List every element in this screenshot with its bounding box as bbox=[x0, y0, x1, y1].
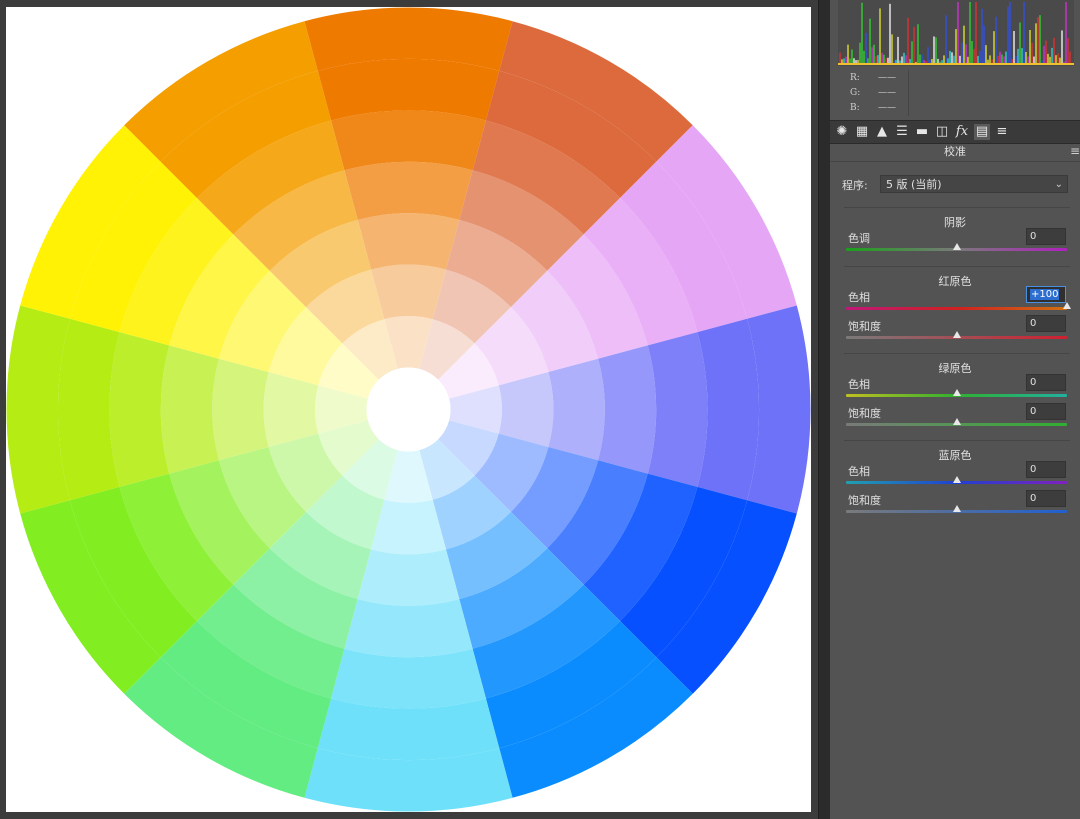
divider bbox=[844, 207, 1070, 208]
detail-icon[interactable]: ▲ bbox=[874, 124, 890, 140]
blue-saturation-value: 0 bbox=[1030, 493, 1037, 504]
rgb-label: R: bbox=[850, 73, 860, 83]
red-saturation-field[interactable]: 0 bbox=[1026, 315, 1066, 332]
wheel-segment bbox=[344, 161, 473, 220]
shadows-tint-label: 色调 bbox=[848, 232, 870, 245]
green-saturation-slider-thumb[interactable] bbox=[952, 418, 961, 425]
divider bbox=[844, 266, 1070, 267]
chevron-down-icon: ⌄ bbox=[1054, 179, 1063, 190]
wheel-segment bbox=[344, 599, 473, 658]
rgb-readout: R: —— G: —— B: —— bbox=[834, 70, 909, 116]
blue-saturation-field[interactable]: 0 bbox=[1026, 490, 1066, 507]
blue-hue-value: 0 bbox=[1030, 464, 1037, 475]
blue-hue-field[interactable]: 0 bbox=[1026, 461, 1066, 478]
blue-saturation-label: 饱和度 bbox=[848, 494, 881, 507]
wheel-segment bbox=[598, 345, 657, 474]
split-toning-icon[interactable]: ▬ bbox=[914, 124, 930, 140]
green-saturation-value: 0 bbox=[1030, 406, 1037, 417]
process-value: 5 版 (当前) bbox=[886, 178, 942, 191]
presets-icon[interactable]: ≡ bbox=[994, 124, 1010, 140]
wheel-segment bbox=[357, 549, 460, 606]
red-hue-label: 色相 bbox=[848, 291, 870, 304]
wheel-center bbox=[366, 367, 451, 452]
rgb-value: —— bbox=[878, 103, 896, 113]
wheel-segment bbox=[109, 332, 170, 487]
histogram bbox=[838, 0, 1074, 66]
wheel-segment bbox=[357, 213, 460, 270]
wheel-segment bbox=[371, 499, 446, 555]
green-hue-label: 色相 bbox=[848, 378, 870, 391]
shadows-tint-field[interactable]: 0 bbox=[1026, 228, 1066, 245]
wheel-segment bbox=[331, 110, 486, 171]
panel-menu-icon[interactable]: ≡ bbox=[1070, 145, 1080, 157]
shadows-tint-slider-thumb[interactable] bbox=[952, 243, 961, 250]
basic-icon[interactable]: ✺ bbox=[834, 124, 850, 140]
rgb-row-g: G: —— bbox=[850, 88, 896, 100]
blue-hue-slider-thumb[interactable] bbox=[952, 476, 961, 483]
red-saturation-value: 0 bbox=[1030, 318, 1037, 329]
tone-curve-icon[interactable]: ▦ bbox=[854, 124, 870, 140]
lens-icon[interactable]: ◫ bbox=[934, 124, 950, 140]
rgb-label: B: bbox=[850, 103, 860, 113]
color-wheel-image bbox=[6, 7, 811, 812]
green-hue-slider-thumb[interactable] bbox=[952, 389, 961, 396]
document-canvas[interactable] bbox=[0, 0, 818, 819]
divider bbox=[844, 440, 1070, 441]
wheel-segment bbox=[498, 372, 554, 447]
rgb-value: —— bbox=[878, 73, 896, 83]
panel-tab-bar: ✺ ▦ ▲ ☰ ▬ ◫ fx ▤ ≡ bbox=[830, 120, 1080, 144]
red-hue-field[interactable]: +100 bbox=[1026, 286, 1066, 303]
red-hue-value: +100 bbox=[1030, 289, 1060, 300]
panel-title: 校准 bbox=[830, 143, 1080, 162]
right-panel: R: —— G: —— B: —— ✺ ▦ ▲ ☰ ▬ ◫ fx ▤ ≡ 校准 … bbox=[830, 0, 1080, 819]
rgb-row-b: B: —— bbox=[850, 103, 896, 115]
hsl-icon[interactable]: ☰ bbox=[894, 124, 910, 140]
process-label: 程序: bbox=[842, 179, 868, 192]
green-hue-field[interactable]: 0 bbox=[1026, 374, 1066, 391]
shadows-tint-value: 0 bbox=[1030, 231, 1037, 242]
green-saturation-label: 饱和度 bbox=[848, 407, 881, 420]
green-saturation-field[interactable]: 0 bbox=[1026, 403, 1066, 420]
red-saturation-slider-thumb[interactable] bbox=[952, 331, 961, 338]
red-hue-slider-thumb[interactable] bbox=[1063, 302, 1071, 309]
camera-calibration-icon[interactable]: ▤ bbox=[974, 124, 990, 140]
blue-saturation-slider-thumb[interactable] bbox=[952, 505, 961, 512]
wheel-segment bbox=[548, 358, 605, 461]
wheel-segment bbox=[160, 345, 219, 474]
color-wheel bbox=[6, 7, 811, 812]
wheel-segment bbox=[647, 332, 708, 487]
rgb-value: —— bbox=[878, 88, 896, 98]
red-hue-track[interactable] bbox=[846, 307, 1067, 310]
wheel-segment bbox=[331, 648, 486, 709]
blue-hue-label: 色相 bbox=[848, 465, 870, 478]
wheel-segment bbox=[263, 372, 319, 447]
rgb-label: G: bbox=[850, 88, 861, 98]
divider bbox=[844, 353, 1070, 354]
red-saturation-label: 饱和度 bbox=[848, 320, 881, 333]
wheel-segment bbox=[212, 358, 269, 461]
green-hue-value: 0 bbox=[1030, 377, 1037, 388]
process-select[interactable]: 5 版 (当前) ⌄ bbox=[880, 175, 1068, 193]
wheel-segment bbox=[371, 264, 446, 320]
rgb-row-r: R: —— bbox=[850, 73, 896, 85]
effects-icon[interactable]: fx bbox=[954, 124, 970, 140]
